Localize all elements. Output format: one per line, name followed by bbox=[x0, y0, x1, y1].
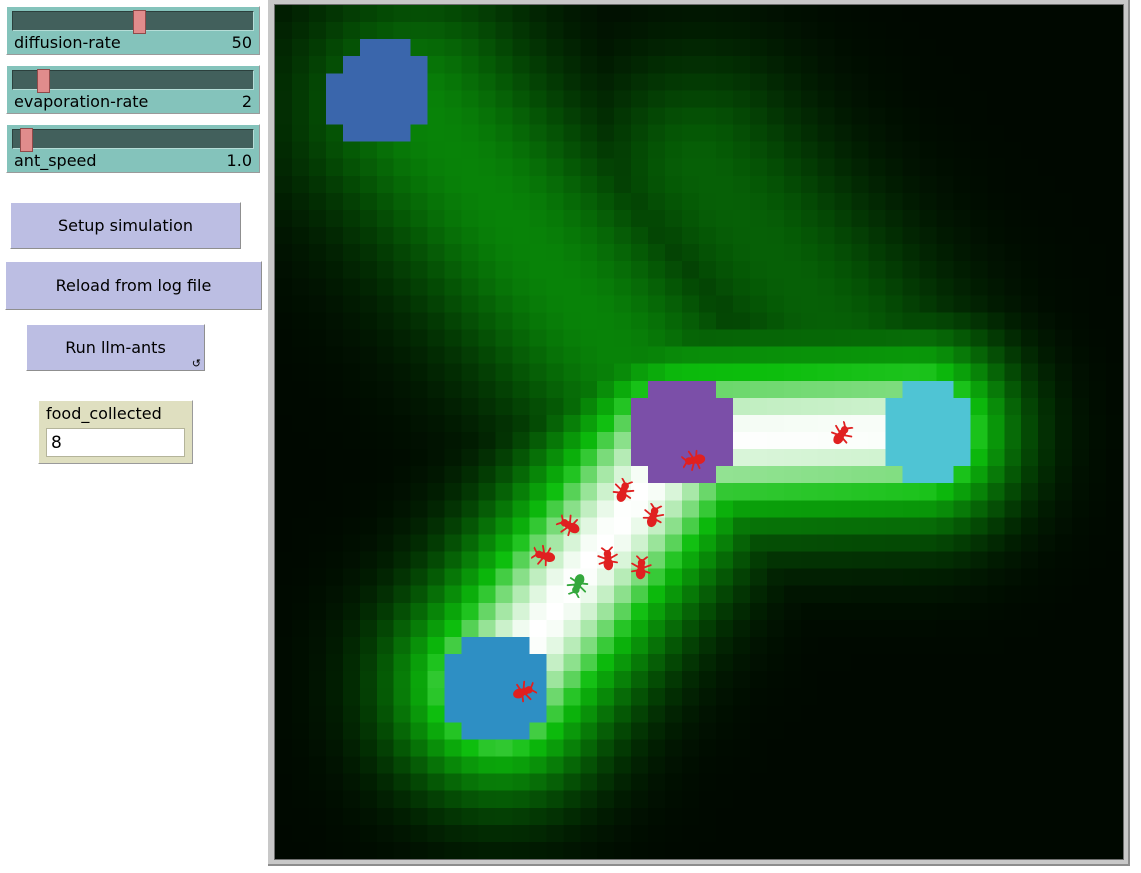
forever-loop-icon: ↺ bbox=[191, 357, 201, 370]
setup-simulation-button-label: Setup simulation bbox=[57, 216, 194, 235]
world-view[interactable] bbox=[274, 4, 1124, 860]
slider-value-evaporation-rate: 2 bbox=[241, 92, 252, 111]
slider-label-diffusion-rate: diffusion-rate bbox=[14, 33, 121, 52]
run-llm-ants-button[interactable]: Run llm-ants ↺ bbox=[26, 324, 205, 371]
slider-label-ant-speed: ant_speed bbox=[14, 151, 97, 170]
control-panel: diffusion-rate 50 evaporation-rate 2 ant… bbox=[0, 0, 268, 873]
slider-evaporation-rate[interactable]: evaporation-rate 2 bbox=[6, 65, 260, 114]
monitor-food-collected-value: 8 bbox=[51, 432, 62, 453]
slider-label-evaporation-rate: evaporation-rate bbox=[14, 92, 149, 111]
reload-from-log-file-button[interactable]: Reload from log file bbox=[5, 261, 262, 310]
setup-simulation-button[interactable]: Setup simulation bbox=[10, 202, 241, 249]
monitor-food-collected-value-box: 8 bbox=[46, 428, 185, 457]
slider-diffusion-rate[interactable]: diffusion-rate 50 bbox=[6, 6, 260, 55]
patch-grid-canvas bbox=[275, 5, 1123, 859]
slider-thumb-ant-speed[interactable] bbox=[20, 128, 34, 152]
slider-track-diffusion-rate[interactable] bbox=[12, 10, 254, 34]
monitor-food-collected-label: food_collected bbox=[46, 404, 162, 423]
slider-track-evaporation-rate[interactable] bbox=[12, 69, 254, 93]
slider-track-ant-speed[interactable] bbox=[12, 128, 254, 152]
run-llm-ants-button-label: Run llm-ants bbox=[65, 338, 166, 357]
slider-labels-diffusion-rate: diffusion-rate 50 bbox=[14, 32, 252, 54]
world-view-frame bbox=[268, 0, 1130, 866]
slider-thumb-evaporation-rate[interactable] bbox=[37, 69, 50, 93]
slider-labels-ant-speed: ant_speed 1.0 bbox=[14, 150, 252, 172]
slider-value-diffusion-rate: 50 bbox=[231, 33, 252, 52]
slider-value-ant-speed: 1.0 bbox=[226, 151, 252, 170]
monitor-food-collected: food_collected 8 bbox=[38, 400, 193, 464]
slider-labels-evaporation-rate: evaporation-rate 2 bbox=[14, 91, 252, 113]
slider-ant-speed[interactable]: ant_speed 1.0 bbox=[6, 124, 260, 173]
slider-thumb-diffusion-rate[interactable] bbox=[133, 10, 146, 34]
reload-from-log-file-button-label: Reload from log file bbox=[55, 276, 212, 295]
